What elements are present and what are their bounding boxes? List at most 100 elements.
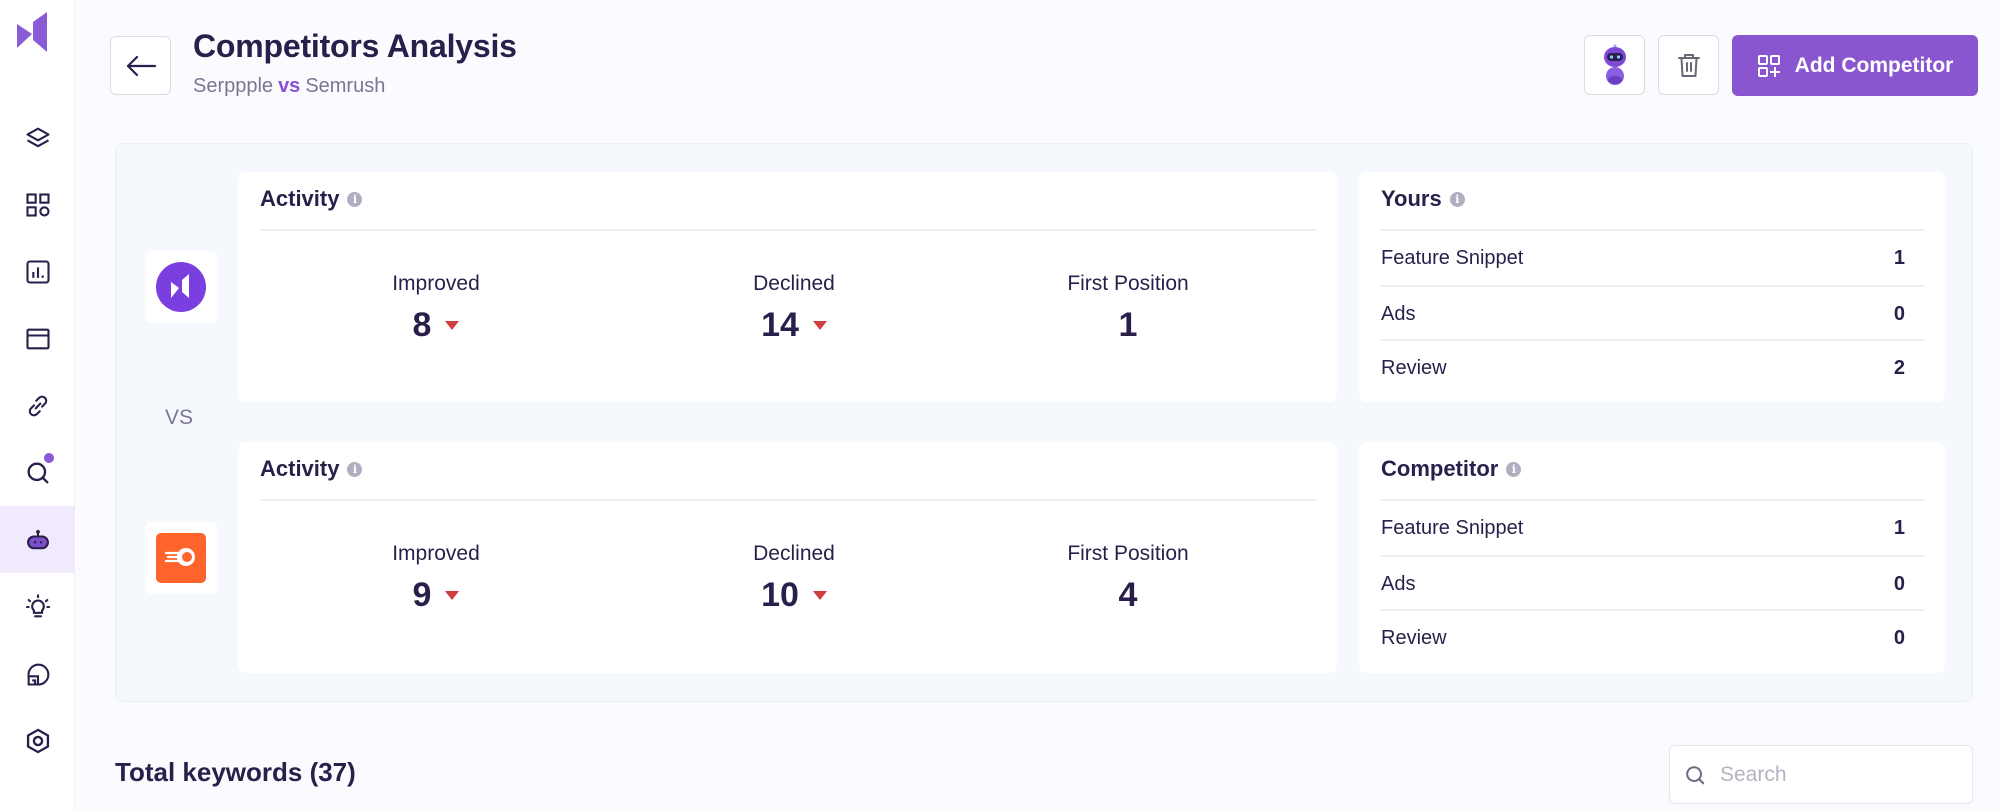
your-activity-card: Activity i Improved 8 Declined 14 First …: [238, 172, 1337, 402]
sidebar-item-dashboard[interactable]: [0, 171, 75, 238]
metric-label: Improved: [392, 272, 480, 295]
stat-row-ads: Ads 0: [1381, 557, 1925, 611]
link-icon: [28, 395, 47, 416]
stat-label: Feature Snippet: [1381, 516, 1524, 539]
page-subtitle: Serppple vs Semrush: [193, 75, 385, 98]
trend-down-icon: [812, 591, 827, 600]
back-button[interactable]: [110, 36, 171, 95]
browser-window-icon: [25, 328, 50, 349]
settings-hexagon-icon: [26, 728, 49, 753]
stat-row-review: Review 0: [1381, 611, 1925, 665]
search-icon: [1686, 765, 1705, 784]
card-title: Activity: [260, 456, 340, 481]
card-title: Activity: [260, 186, 340, 211]
stat-value: 2: [1893, 356, 1905, 379]
competitor-activity-card: Activity i Improved 9 Declined 10 First …: [238, 442, 1337, 673]
stat-row-feature-snippet: Feature Snippet 1: [1381, 231, 1925, 285]
stat-value: 1: [1893, 516, 1905, 539]
card-header: Yours i: [1381, 186, 1465, 212]
stat-label: Review: [1381, 626, 1447, 649]
metric-declined: Declined 10: [674, 542, 914, 615]
sidebar-item-reports[interactable]: [0, 238, 75, 305]
metric-label: First Position: [1067, 272, 1189, 295]
total-keywords-title: Total keywords (37): [115, 757, 356, 787]
robot-icon: [26, 529, 49, 549]
stat-label: Ads: [1381, 302, 1416, 325]
keyword-search-input[interactable]: [1720, 762, 1950, 787]
metric-value: 9: [412, 576, 432, 614]
stat-row-review: Review 2: [1381, 341, 1925, 395]
your-brand-name: Serppple: [193, 75, 274, 97]
stat-value: 0: [1893, 302, 1905, 325]
sidebar-item-browser[interactable]: [0, 305, 75, 372]
sidebar-item-links[interactable]: [0, 372, 75, 439]
metric-label: Declined: [753, 272, 835, 295]
bar-chart-icon: [25, 259, 50, 284]
card-header: Activity i: [260, 186, 363, 212]
metric-label: Improved: [392, 542, 480, 565]
card-title: Yours: [1381, 186, 1442, 211]
metric-value: 1: [1118, 306, 1138, 344]
trend-down-icon: [812, 321, 827, 330]
semrush-logo-icon: [156, 533, 206, 583]
arrow-left-icon: [126, 55, 156, 76]
metric-value: 8: [412, 306, 432, 344]
metric-value: 4: [1118, 576, 1138, 614]
divider: [260, 229, 1317, 231]
your-brand-logo: [145, 251, 217, 323]
app-logo[interactable]: [17, 10, 47, 62]
lightbulb-icon: [25, 593, 50, 617]
sidebar-item-layers[interactable]: [0, 104, 75, 171]
keyword-search[interactable]: [1669, 745, 1973, 804]
trend-down-icon: [445, 591, 460, 600]
info-icon[interactable]: i: [347, 191, 363, 207]
your-features-card: Yours i Feature Snippet 1 Ads 0 Review 2: [1359, 172, 1945, 402]
stat-value: 0: [1893, 572, 1905, 595]
stat-label: Review: [1381, 356, 1447, 379]
card-title: Competitor: [1381, 456, 1499, 481]
sidebar-item-ideas[interactable]: [0, 573, 75, 640]
trash-icon: [1677, 54, 1700, 77]
sidebar-item-settings[interactable]: [0, 707, 75, 774]
metric-improved: Improved 9: [316, 542, 556, 615]
add-grid-icon: [1757, 54, 1780, 77]
delete-button[interactable]: [1658, 35, 1719, 95]
stat-label: Feature Snippet: [1381, 246, 1524, 269]
metric-first-position: First Position 4: [1008, 542, 1248, 615]
sidebar: [0, 0, 75, 811]
stat-label: Ads: [1381, 572, 1416, 595]
serppple-logo-icon: [156, 262, 206, 312]
trend-down-icon: [445, 321, 460, 330]
metric-improved: Improved 8: [316, 272, 556, 345]
metric-first-position: First Position 1: [1008, 272, 1248, 345]
metric-declined: Declined 14: [674, 272, 914, 345]
competitor-brand-logo: [145, 522, 217, 594]
metric-label: Declined: [753, 542, 835, 565]
stat-value: 1: [1893, 246, 1905, 269]
info-icon[interactable]: i: [1449, 191, 1465, 207]
competitor-features-card: Competitor i Feature Snippet 1 Ads 0 Rev…: [1359, 442, 1945, 673]
stat-value: 0: [1893, 626, 1905, 649]
notification-badge: [44, 453, 54, 463]
dashboard-icon: [25, 192, 50, 217]
stat-row-feature-snippet: Feature Snippet 1: [1381, 501, 1925, 555]
sidebar-item-search[interactable]: [0, 439, 75, 506]
metric-value: 10: [761, 576, 799, 614]
layers-icon: [25, 127, 50, 147]
vs-label: vs: [278, 75, 301, 97]
sidebar-item-analytics[interactable]: [0, 640, 75, 707]
ai-assistant-button[interactable]: [1584, 35, 1645, 95]
add-competitor-button[interactable]: Add Competitor: [1732, 35, 1978, 96]
card-header: Activity i: [260, 456, 363, 482]
metric-value: 14: [761, 306, 799, 344]
competitor-brand-name: Semrush: [305, 75, 386, 97]
versus-label: VS: [165, 406, 194, 429]
comparison-panel: VS Activity i Improved 8 Declined 14 Fir…: [115, 143, 1973, 702]
info-icon[interactable]: i: [347, 461, 363, 477]
info-icon[interactable]: i: [1506, 461, 1522, 477]
page-title: Competitors Analysis: [193, 28, 517, 64]
robot-avatar-icon: [1603, 44, 1626, 85]
sidebar-item-ai-bot[interactable]: [0, 506, 75, 573]
pie-chart-icon: [26, 663, 49, 686]
divider: [260, 499, 1317, 501]
